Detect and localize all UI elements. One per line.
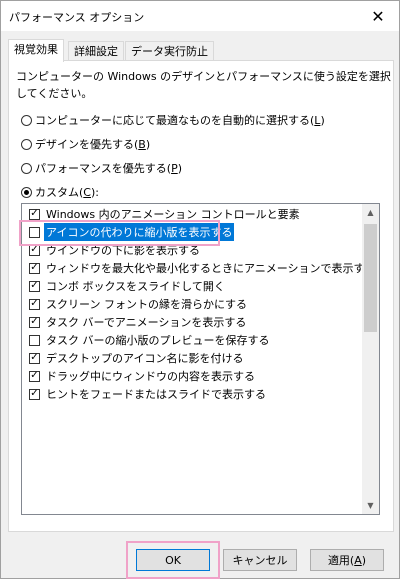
list-items: ✓ Windows 内のアニメーション コントロールと要素 アイコンの代わりに縮… [22,204,362,514]
radio-best-performance[interactable]: パフォーマンスを優先する(P) [21,160,182,176]
close-button[interactable]: ✕ [357,1,399,31]
checkbox[interactable] [29,226,40,238]
check-icon: ✓ [30,208,39,219]
visual-effects-list[interactable]: ✓ Windows 内のアニメーション コントロールと要素 アイコンの代わりに縮… [21,203,380,515]
cancel-button[interactable]: キャンセル [223,549,297,571]
radio-label: デザインを優先する( [35,138,139,151]
tab-data-execution-prevention[interactable]: データ実行防止 [125,41,214,61]
apply-label: 適用( [327,554,355,567]
radio-label-suffix: ): [90,185,99,199]
radio-button-icon [21,138,32,150]
access-key: P [171,161,178,175]
list-item-label: コンボ ボックスをスライドして開く [46,280,225,293]
check-icon: ✓ [30,388,39,399]
radio-custom[interactable]: カスタム(C): [21,184,99,200]
checkbox[interactable]: ✓ [29,370,40,382]
radio-label: パフォーマンスを優先する( [35,162,172,175]
list-item[interactable]: ✓ デスクトップのアイコン名に影を付ける [22,349,362,367]
access-key: B [138,137,146,151]
scroll-down-icon[interactable]: ▼ [362,497,379,514]
performance-options-window: パフォーマンス オプション ✕ 視覚効果 詳細設定 データ実行防止 コンピュータ… [0,0,400,579]
radio-button-icon [21,162,32,174]
list-item[interactable]: タスク バーの縮小版のプレビューを保存する [22,331,362,349]
list-item-label: タスク バーでアニメーションを表示する [46,316,247,329]
vertical-scrollbar[interactable]: ▲ ▼ [362,204,379,514]
tab-visual-effects[interactable]: 視覚効果 [8,39,64,62]
check-icon: ✓ [30,370,39,381]
list-item[interactable]: ✓ Windows 内のアニメーション コントロールと要素 [22,205,362,223]
list-item[interactable]: ✓ コンボ ボックスをスライドして開く [22,277,362,295]
list-item-label: ウインドウの下に影を表示する [46,244,200,257]
window-title: パフォーマンス オプション [9,11,145,24]
tab-advanced[interactable]: 詳細設定 [68,41,124,61]
scroll-thumb[interactable] [364,224,377,332]
access-key: A [354,553,362,567]
list-item-label: デスクトップのアイコン名に影を付ける [46,352,244,365]
description-text: コンピューターの Windows のデザインとパフォーマンスに使う設定を選択して… [16,70,391,100]
list-item-label: Windows 内のアニメーション コントロールと要素 [46,208,300,221]
checkbox[interactable]: ✓ [29,244,40,256]
list-item[interactable]: ✓ タスク バーでアニメーションを表示する [22,313,362,331]
radio-button-checked-icon [21,186,32,198]
list-item-label: ウィンドウを最大化や最小化するときにアニメーションで表示する [46,262,362,275]
apply-button[interactable]: 適用(A) [310,549,384,571]
list-item-selected[interactable]: アイコンの代わりに縮小版を表示する [22,223,362,241]
radio-label-suffix: ) [177,161,183,175]
check-icon: ✓ [30,280,39,291]
list-item-label: ヒントをフェードまたはスライドで表示する [46,388,266,401]
radio-auto-select[interactable]: コンピューターに応じて最適なものを自動的に選択する(L) [21,112,325,128]
radio-label: コンピューターに応じて最適なものを自動的に選択する( [35,114,315,127]
list-item[interactable]: ✓ ウィンドウを最大化や最小化するときにアニメーションで表示する [22,259,362,277]
checkbox[interactable]: ✓ [29,298,40,310]
list-item[interactable]: ✓ ドラッグ中にウィンドウの内容を表示する [22,367,362,385]
radio-label-suffix: ) [320,113,325,127]
check-icon: ✓ [30,352,39,363]
check-icon: ✓ [30,316,39,327]
check-icon: ✓ [30,244,39,255]
list-item-label: アイコンの代わりに縮小版を表示する [44,223,235,241]
list-item[interactable]: ✓ ウインドウの下に影を表示する [22,241,362,259]
list-item[interactable]: ✓ ヒントをフェードまたはスライドで表示する [22,385,362,403]
scroll-up-icon[interactable]: ▲ [362,204,379,221]
apply-label-suffix: ) [361,553,367,567]
checkbox[interactable]: ✓ [29,352,40,364]
radio-best-appearance[interactable]: デザインを優先する(B) [21,136,150,152]
radio-button-icon [21,114,32,126]
checkbox[interactable]: ✓ [29,262,40,274]
check-icon: ✓ [30,262,39,273]
list-item-label: ドラッグ中にウィンドウの内容を表示する [46,370,255,383]
list-item-label: スクリーン フォントの縁を滑らかにする [46,298,248,311]
list-item-label: タスク バーの縮小版のプレビューを保存する [46,334,270,347]
title-bar: パフォーマンス オプション ✕ [1,1,399,31]
access-key: C [83,185,91,199]
check-icon: ✓ [30,298,39,309]
close-icon: ✕ [371,6,385,26]
list-item[interactable]: ✓ スクリーン フォントの縁を滑らかにする [22,295,362,313]
checkbox[interactable] [29,334,40,346]
checkbox[interactable]: ✓ [29,316,40,328]
checkbox[interactable]: ✓ [29,208,40,220]
checkbox[interactable]: ✓ [29,280,40,292]
radio-label: カスタム( [35,186,84,199]
checkbox[interactable]: ✓ [29,388,40,400]
ok-button[interactable]: OK [136,549,210,571]
radio-label-suffix: ) [145,137,151,151]
